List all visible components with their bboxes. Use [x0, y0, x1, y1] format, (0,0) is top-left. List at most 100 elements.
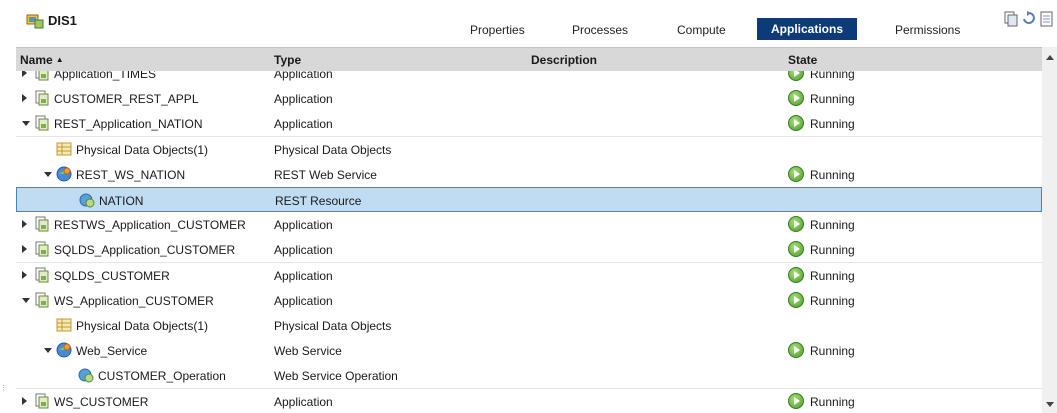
- applications-table-body: Application_TIMES Application Running CUSTO…: [16, 64, 1042, 413]
- row-name: Physical Data Objects(1): [76, 142, 209, 157]
- collapse-arrow-icon[interactable]: [44, 348, 52, 354]
- row-name: CUSTOMER_REST_APPL: [54, 92, 199, 107]
- expand-arrow-icon[interactable]: [22, 220, 27, 229]
- deploy-icon[interactable]: [1004, 11, 1018, 27]
- row-name: CUSTOMER_Operation: [98, 369, 226, 384]
- data-objects-icon: [56, 142, 72, 156]
- tab-applications[interactable]: Applications: [757, 18, 858, 40]
- row-state: Running: [810, 92, 855, 107]
- row-state: Running: [810, 293, 855, 308]
- row-name: SQLDS_CUSTOMER: [54, 268, 170, 283]
- row-name: SQLDS_Application_CUSTOMER: [54, 243, 236, 258]
- tab-properties[interactable]: Properties: [470, 20, 525, 40]
- running-status-icon: [788, 392, 804, 409]
- row-name: WS_Application_CUSTOMER: [54, 293, 214, 308]
- table-row[interactable]: NATION REST Resource: [16, 187, 1042, 212]
- application-icon: [35, 90, 49, 106]
- tab-permissions[interactable]: Permissions: [895, 20, 960, 40]
- table-row[interactable]: Physical Data Objects(1) Physical Data Ob…: [16, 136, 1042, 163]
- sort-ascending-icon: ▲: [55, 55, 64, 64]
- row-state: Running: [810, 344, 855, 359]
- running-status-icon: [788, 90, 804, 107]
- resource-icon: [78, 368, 94, 383]
- collapse-arrow-icon[interactable]: [22, 297, 30, 303]
- column-header-name[interactable]: Name ▲: [20, 53, 64, 67]
- collapse-arrow-icon[interactable]: [44, 171, 52, 177]
- web-service-icon: [56, 342, 72, 358]
- server-icon: [26, 14, 44, 29]
- table-row[interactable]: WS_Application_CUSTOMER Application Runnin…: [16, 287, 1042, 314]
- table-row[interactable]: SQLDS_CUSTOMER Application Running: [16, 262, 1042, 289]
- row-type: Physical Data Objects: [274, 319, 392, 333]
- application-icon: [35, 241, 49, 257]
- row-name: REST_Application_NATION: [54, 117, 203, 132]
- table-row[interactable]: CUSTOMER_Operation Web Service Operation: [16, 363, 1042, 390]
- table-row[interactable]: WS_CUSTOMER Application Running: [16, 388, 1042, 413]
- row-type: REST Web Service: [274, 167, 377, 182]
- row-type: Web Service Operation: [274, 369, 398, 384]
- running-status-icon: [788, 165, 804, 182]
- row-name: RESTWS_Application_CUSTOMER: [54, 218, 246, 233]
- row-type: Application: [274, 394, 333, 409]
- row-type: Application: [274, 117, 333, 132]
- application-icon: [35, 292, 49, 308]
- running-status-icon: [788, 291, 804, 308]
- table-row[interactable]: REST_Application_NATION Application Runnin…: [16, 111, 1042, 138]
- scroll-down-icon[interactable]: [1046, 402, 1054, 407]
- row-name: Web_Service: [76, 344, 148, 359]
- row-type: Physical Data Objects: [274, 142, 392, 157]
- application-icon: [35, 267, 49, 283]
- row-type: Application: [274, 268, 333, 283]
- tab-compute[interactable]: Compute: [677, 20, 726, 40]
- running-status-icon: [788, 342, 804, 359]
- application-icon: [35, 216, 49, 232]
- row-state: Running: [810, 167, 855, 182]
- row-type: Application: [274, 293, 333, 308]
- running-status-icon: [788, 241, 804, 258]
- table-row[interactable]: Web_Service Web Service Running: [16, 338, 1042, 365]
- column-header-state[interactable]: State: [788, 53, 817, 67]
- column-header-type[interactable]: Type: [274, 53, 301, 67]
- collapse-arrow-icon[interactable]: [22, 121, 30, 127]
- table-row[interactable]: Physical Data Objects(1) Physical Data Ob…: [16, 313, 1042, 339]
- refresh-icon[interactable]: [1022, 11, 1036, 27]
- row-type: Application: [274, 243, 333, 258]
- expand-arrow-icon[interactable]: [22, 245, 27, 254]
- application-icon: [35, 115, 49, 131]
- row-type: REST Resource: [275, 194, 362, 208]
- row-name: NATION: [99, 194, 144, 208]
- server-title: DIS1: [48, 13, 77, 28]
- row-state: Running: [810, 394, 855, 409]
- row-name: Physical Data Objects(1): [76, 319, 209, 333]
- scroll-up-icon[interactable]: [1046, 55, 1054, 60]
- row-type: Web Service: [274, 344, 342, 359]
- expand-arrow-icon[interactable]: [22, 396, 27, 405]
- data-objects-icon: [56, 318, 72, 332]
- table-row[interactable]: SQLDS_Application_CUSTOMER Application Run…: [16, 237, 1042, 264]
- row-type: Application: [274, 218, 333, 233]
- column-header-description[interactable]: Description: [531, 53, 597, 67]
- expand-arrow-icon[interactable]: [22, 94, 27, 103]
- row-name: REST_WS_NATION: [76, 167, 186, 182]
- vertical-scrollbar[interactable]: [1042, 47, 1057, 413]
- resource-icon: [79, 193, 95, 208]
- table-header: Name ▲ Type Description State: [16, 47, 1042, 71]
- table-row[interactable]: REST_WS_NATION REST Web Service Running: [16, 161, 1042, 188]
- row-state: Running: [810, 117, 855, 132]
- export-icon[interactable]: [1040, 11, 1054, 27]
- tab-processes[interactable]: Processes: [572, 20, 628, 40]
- row-state: Running: [810, 268, 855, 283]
- row-state: Running: [810, 243, 855, 258]
- expand-arrow-icon[interactable]: [22, 270, 27, 279]
- row-name: WS_CUSTOMER: [54, 394, 149, 409]
- running-status-icon: [788, 266, 804, 283]
- row-state: Running: [810, 218, 855, 233]
- table-row[interactable]: RESTWS_Application_CUSTOMER Application Ru…: [16, 212, 1042, 239]
- top-bar: DIS1 Properties Processes Compute Applic…: [0, 0, 1057, 46]
- web-service-icon: [56, 166, 72, 182]
- application-icon: [35, 393, 49, 409]
- running-status-icon: [788, 216, 804, 233]
- row-type: Application: [274, 92, 333, 107]
- table-row[interactable]: CUSTOMER_REST_APPL Application Running: [16, 86, 1042, 113]
- running-status-icon: [788, 115, 804, 132]
